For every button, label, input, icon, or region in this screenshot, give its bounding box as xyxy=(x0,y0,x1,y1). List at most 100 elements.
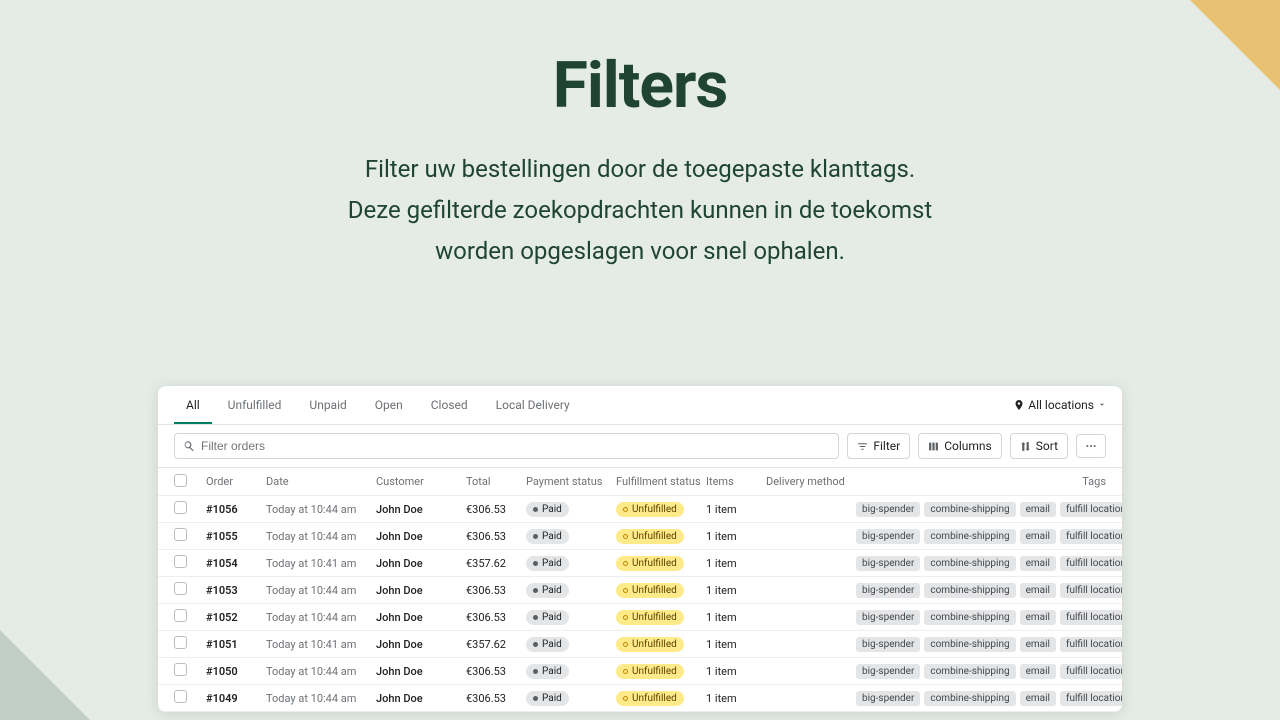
cell-items: 1 item xyxy=(706,692,766,705)
search-input-wrapper[interactable] xyxy=(174,433,839,459)
tag-chip: combine-shipping xyxy=(924,583,1015,598)
cell-customer: John Doe xyxy=(376,665,466,678)
tag-chip: fulfill location xyxy=(1060,556,1122,571)
tag-chip: email xyxy=(1020,637,1056,652)
fulfillment-badge: Unfulfilled xyxy=(616,610,684,625)
tab-unfulfilled[interactable]: Unfulfilled xyxy=(216,386,294,424)
tab-unpaid[interactable]: Unpaid xyxy=(297,386,358,424)
table-row[interactable]: #1056Today at 10:44 amJohn Doe€306.53Pai… xyxy=(158,496,1122,523)
tag-chip: fulfill location xyxy=(1060,583,1122,598)
tab-all[interactable]: All xyxy=(174,386,212,424)
row-checkbox[interactable] xyxy=(174,690,187,703)
col-order: Order xyxy=(206,475,266,488)
cell-order: #1054 xyxy=(206,557,266,570)
cell-total: €306.53 xyxy=(466,530,526,543)
row-checkbox[interactable] xyxy=(174,528,187,541)
table-header: Order Date Customer Total Payment status… xyxy=(158,468,1122,496)
sort-button[interactable]: Sort xyxy=(1010,433,1068,459)
tag-chip: combine-shipping xyxy=(924,529,1015,544)
payment-badge: Paid xyxy=(526,610,569,625)
tab-closed[interactable]: Closed xyxy=(419,386,480,424)
col-date: Date xyxy=(266,475,376,488)
cell-date: Today at 10:44 am xyxy=(266,503,376,516)
row-checkbox[interactable] xyxy=(174,609,187,622)
cell-order: #1050 xyxy=(206,665,266,678)
cell-customer: John Doe xyxy=(376,503,466,516)
orders-panel: AllUnfulfilledUnpaidOpenClosedLocal Deli… xyxy=(158,386,1122,712)
row-checkbox[interactable] xyxy=(174,501,187,514)
col-fulfillment: Fulfillment status xyxy=(616,475,706,488)
cell-order: #1051 xyxy=(206,638,266,651)
fulfillment-badge: Unfulfilled xyxy=(616,664,684,679)
table-row[interactable]: #1052Today at 10:44 amJohn Doe€306.53Pai… xyxy=(158,604,1122,631)
columns-icon xyxy=(928,441,939,452)
fulfillment-badge: Unfulfilled xyxy=(616,529,684,544)
cell-total: €306.53 xyxy=(466,584,526,597)
cell-order: #1049 xyxy=(206,692,266,705)
tag-chip: combine-shipping xyxy=(924,610,1015,625)
tag-chip: email xyxy=(1020,610,1056,625)
payment-badge: Paid xyxy=(526,691,569,706)
tag-chip: combine-shipping xyxy=(924,664,1015,679)
tag-chip: big-spender xyxy=(856,664,920,679)
select-all-checkbox[interactable] xyxy=(174,474,187,487)
cell-customer: John Doe xyxy=(376,557,466,570)
search-input[interactable] xyxy=(201,439,830,453)
cell-date: Today at 10:41 am xyxy=(266,557,376,570)
locations-label: All locations xyxy=(1028,398,1094,412)
tab-open[interactable]: Open xyxy=(363,386,415,424)
cell-items: 1 item xyxy=(706,638,766,651)
columns-button[interactable]: Columns xyxy=(918,433,1002,459)
cell-total: €306.53 xyxy=(466,611,526,624)
cell-tags: big-spendercombine-shippingemailfulfill … xyxy=(856,556,1122,571)
tab-local-delivery[interactable]: Local Delivery xyxy=(484,386,582,424)
row-checkbox[interactable] xyxy=(174,636,187,649)
row-checkbox[interactable] xyxy=(174,555,187,568)
location-pin-icon xyxy=(1014,400,1024,410)
more-actions-button[interactable] xyxy=(1076,434,1106,458)
fulfillment-badge: Unfulfilled xyxy=(616,691,684,706)
table-row[interactable]: #1055Today at 10:44 amJohn Doe€306.53Pai… xyxy=(158,523,1122,550)
col-customer: Customer xyxy=(376,475,466,488)
chevron-down-icon xyxy=(1098,401,1106,409)
filter-button[interactable]: Filter xyxy=(847,433,910,459)
table-row[interactable]: #1049Today at 10:44 amJohn Doe€306.53Pai… xyxy=(158,685,1122,712)
fulfillment-badge: Unfulfilled xyxy=(616,583,684,598)
table-row[interactable]: #1053Today at 10:44 amJohn Doe€306.53Pai… xyxy=(158,577,1122,604)
col-payment: Payment status xyxy=(526,475,616,488)
tag-chip: big-spender xyxy=(856,529,920,544)
cell-tags: big-spendercombine-shippingemailfulfill … xyxy=(856,502,1122,517)
cell-date: Today at 10:44 am xyxy=(266,692,376,705)
cell-date: Today at 10:44 am xyxy=(266,665,376,678)
cell-tags: big-spendercombine-shippingemailfulfill … xyxy=(856,610,1122,625)
cell-items: 1 item xyxy=(706,611,766,624)
cell-tags: big-spendercombine-shippingemailfulfill … xyxy=(856,691,1122,706)
cell-date: Today at 10:44 am xyxy=(266,584,376,597)
fulfillment-badge: Unfulfilled xyxy=(616,637,684,652)
tag-chip: big-spender xyxy=(856,691,920,706)
tag-chip: combine-shipping xyxy=(924,691,1015,706)
cell-items: 1 item xyxy=(706,503,766,516)
cell-order: #1056 xyxy=(206,503,266,516)
tag-chip: email xyxy=(1020,502,1056,517)
cell-order: #1055 xyxy=(206,530,266,543)
payment-badge: Paid xyxy=(526,529,569,544)
table-row[interactable]: #1051Today at 10:41 amJohn Doe€357.62Pai… xyxy=(158,631,1122,658)
decor-corner-tr xyxy=(1190,0,1280,90)
row-checkbox[interactable] xyxy=(174,663,187,676)
cell-customer: John Doe xyxy=(376,692,466,705)
cell-tags: big-spendercombine-shippingemailfulfill … xyxy=(856,583,1122,598)
tag-chip: combine-shipping xyxy=(924,502,1015,517)
row-checkbox[interactable] xyxy=(174,582,187,595)
sort-icon xyxy=(1020,441,1031,452)
col-items: Items xyxy=(706,475,766,488)
payment-badge: Paid xyxy=(526,637,569,652)
table-row[interactable]: #1050Today at 10:44 amJohn Doe€306.53Pai… xyxy=(158,658,1122,685)
col-tags: Tags xyxy=(856,475,1106,488)
payment-badge: Paid xyxy=(526,664,569,679)
cell-total: €306.53 xyxy=(466,692,526,705)
table-row[interactable]: #1054Today at 10:41 amJohn Doe€357.62Pai… xyxy=(158,550,1122,577)
tag-chip: fulfill location xyxy=(1060,610,1122,625)
cell-total: €306.53 xyxy=(466,665,526,678)
locations-dropdown[interactable]: All locations xyxy=(1014,398,1106,412)
